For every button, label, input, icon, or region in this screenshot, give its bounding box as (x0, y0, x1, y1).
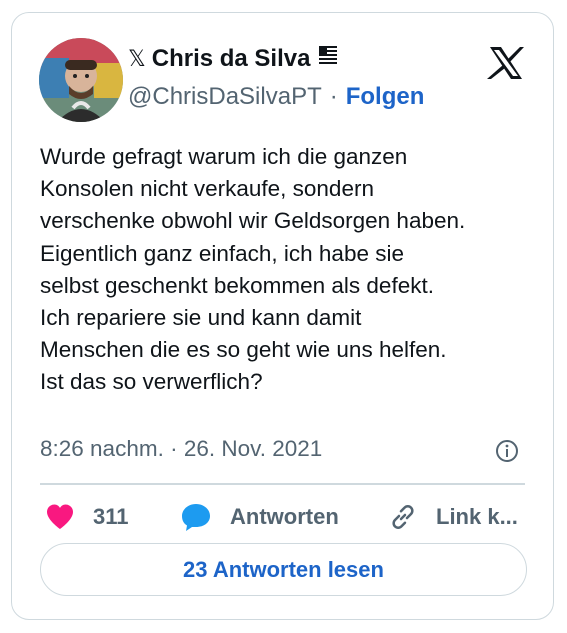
link-icon (392, 505, 414, 529)
reply-label: Antworten (230, 504, 339, 529)
tweet-line: Eigentlich ganz einfach, ich habe sie (40, 240, 404, 266)
link-label: Link k... (436, 504, 518, 529)
x-logo-icon[interactable] (486, 43, 526, 83)
author-name-row[interactable]: 𝕏 Chris da Silva (128, 41, 338, 77)
author-handle-row: @ChrisDaSilvaPT · Folgen (128, 83, 424, 111)
tweet-line: Konsolen nicht verkaufe, sondern (40, 176, 374, 202)
tweet-line: Ist das so verwerflich? (40, 369, 263, 395)
heart-icon (47, 504, 73, 529)
divider (40, 483, 525, 485)
reply-button[interactable]: Antworten (180, 489, 339, 545)
avatar[interactable] (39, 38, 123, 122)
tweet-line: selbst geschenkt bekommen als defekt. (40, 272, 434, 298)
tweet-line: Wurde gefragt warum ich die ganzen (40, 144, 408, 169)
like-button[interactable]: 311 (45, 489, 129, 545)
like-count: 311 (93, 504, 129, 529)
author-handle[interactable]: @ChrisDaSilvaPT (128, 83, 322, 111)
follow-button[interactable]: Folgen (346, 83, 425, 111)
info-icon[interactable] (495, 439, 519, 463)
tweet-line: verschenke obwohl wir Geldsorgen haben. (40, 208, 466, 234)
tweet-line: Ich repariere sie und kann damit (40, 305, 362, 331)
author-display-name[interactable]: Chris da Silva (152, 45, 311, 73)
read-replies-button[interactable]: 23 Antworten lesen (40, 543, 527, 596)
separator-dot: · (329, 83, 338, 110)
tweet-card: 𝕏 Chris da Silva @ChrisDaSilvaPT · Folge… (11, 12, 554, 620)
action-bar: 311 Antworten Link k... (40, 489, 533, 545)
striped-flag-icon (318, 45, 338, 74)
copy-link-button[interactable]: Link k... (388, 489, 518, 545)
x-logo-icon: 𝕏 (128, 46, 146, 71)
tweet-timestamp[interactable]: 8:26 nachm. · 26. Nov. 2021 (40, 436, 322, 462)
tweet-line: Menschen die es so geht wie uns helfen. (40, 337, 447, 363)
reply-bubble-icon (182, 504, 210, 531)
tweet-text: Wurde gefragt warum ich die ganzen Konso… (40, 141, 540, 399)
